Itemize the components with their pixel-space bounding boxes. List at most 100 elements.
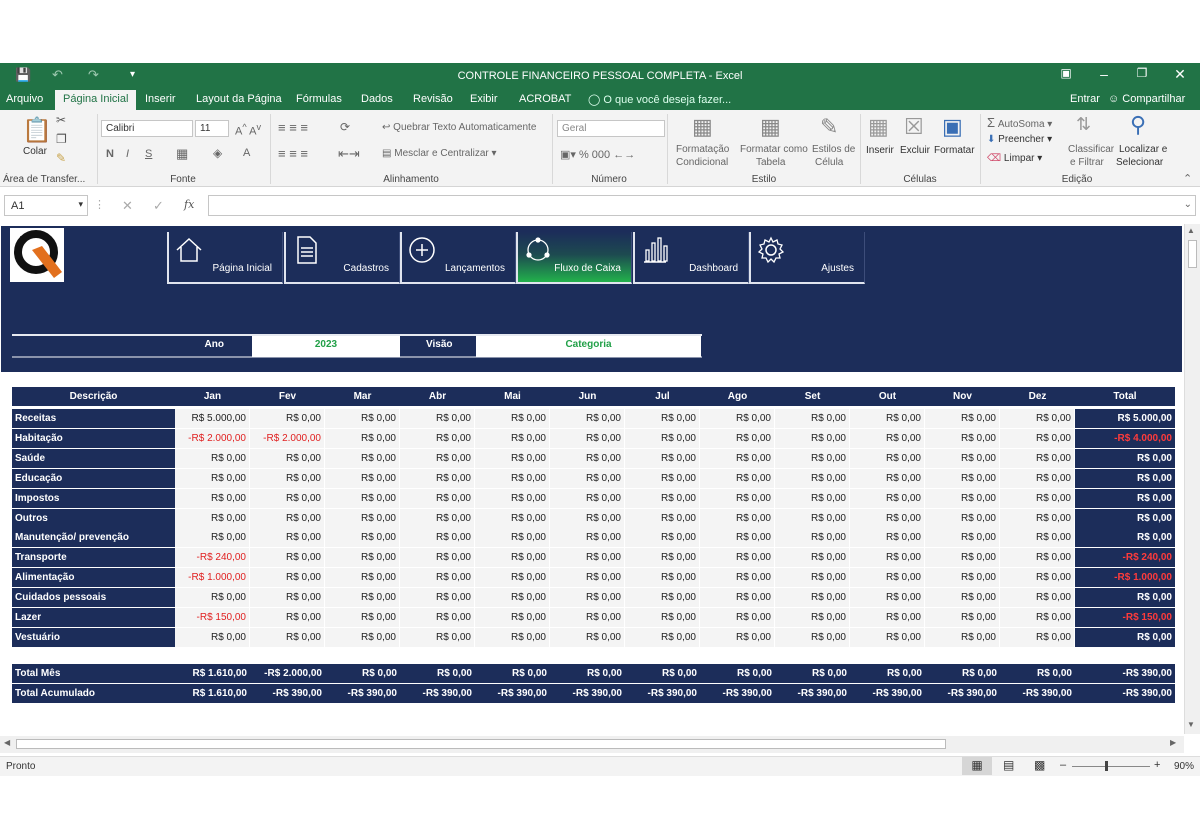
month-cell[interactable]: R$ 1.610,00 [175, 684, 250, 703]
month-cell[interactable]: R$ 0,00 [775, 428, 850, 448]
month-cell[interactable]: -R$ 2.000,00 [250, 664, 325, 683]
sort-filter-icon[interactable]: ⇅ [1076, 114, 1091, 135]
month-cell[interactable]: R$ 0,00 [400, 588, 475, 608]
month-cell[interactable]: R$ 0,00 [475, 468, 550, 488]
month-cell[interactable]: R$ 0,00 [1000, 468, 1075, 488]
format-table-label2[interactable]: Tabela [756, 157, 785, 168]
month-cell[interactable]: -R$ 390,00 [700, 684, 775, 703]
format-cells-icon[interactable]: ▣ [942, 114, 963, 140]
month-cell[interactable]: R$ 0,00 [700, 508, 775, 528]
month-cell[interactable]: -R$ 390,00 [550, 684, 625, 703]
total-cell[interactable]: -R$ 150,00 [1075, 608, 1175, 627]
tab-pagina-inicial[interactable]: Página Inicial [55, 90, 137, 110]
month-cell[interactable]: R$ 0,00 [850, 664, 925, 683]
tell-me-search[interactable]: ◯ O que você deseja fazer... [588, 93, 731, 106]
row-label[interactable]: Manutenção/ prevenção [12, 528, 175, 548]
month-cell[interactable]: R$ 0,00 [775, 448, 850, 468]
month-cell[interactable]: R$ 0,00 [325, 664, 400, 683]
month-cell[interactable]: R$ 0,00 [850, 488, 925, 508]
zoom-level[interactable]: 90% [1174, 761, 1194, 772]
month-cell[interactable]: R$ 0,00 [400, 528, 475, 548]
month-cell[interactable]: R$ 0,00 [400, 548, 475, 568]
total-cell[interactable]: R$ 0,00 [1075, 448, 1175, 468]
month-cell[interactable]: R$ 0,00 [475, 448, 550, 468]
month-cell[interactable]: -R$ 390,00 [325, 684, 400, 703]
font-color-icon[interactable]: A [243, 147, 250, 159]
month-cell[interactable]: R$ 0,00 [925, 409, 1000, 428]
month-cell[interactable]: R$ 0,00 [700, 568, 775, 588]
row-label[interactable]: Cuidados pessoais [12, 588, 175, 608]
number-format-box[interactable]: Geral [557, 120, 665, 137]
month-cell[interactable]: -R$ 2.000,00 [250, 428, 325, 448]
month-cell[interactable]: R$ 0,00 [850, 627, 925, 647]
formula-input[interactable]: ⌄ [208, 195, 1196, 216]
year-select[interactable]: 2023 [252, 336, 400, 357]
month-cell[interactable]: R$ 0,00 [175, 488, 250, 508]
month-cell[interactable]: R$ 0,00 [700, 409, 775, 428]
month-cell[interactable]: R$ 0,00 [475, 548, 550, 568]
month-cell[interactable]: R$ 0,00 [625, 548, 700, 568]
month-cell[interactable]: R$ 0,00 [250, 568, 325, 588]
zoom-slider[interactable] [1072, 766, 1150, 767]
month-cell[interactable]: R$ 0,00 [850, 588, 925, 608]
month-cell[interactable]: R$ 0,00 [925, 588, 1000, 608]
month-cell[interactable]: R$ 0,00 [250, 608, 325, 627]
month-cell[interactable]: R$ 0,00 [325, 409, 400, 428]
month-cell[interactable]: -R$ 390,00 [850, 684, 925, 703]
month-cell[interactable]: R$ 0,00 [700, 664, 775, 683]
month-cell[interactable]: R$ 0,00 [175, 588, 250, 608]
month-cell[interactable]: R$ 0,00 [775, 508, 850, 528]
expand-formula-icon[interactable]: ⌄ [1184, 199, 1192, 210]
month-cell[interactable]: R$ 0,00 [250, 488, 325, 508]
month-cell[interactable]: R$ 0,00 [775, 409, 850, 428]
month-cell[interactable]: R$ 0,00 [925, 627, 1000, 647]
bold-button[interactable]: N [106, 148, 114, 160]
month-cell[interactable]: R$ 0,00 [700, 448, 775, 468]
month-cell[interactable]: R$ 0,00 [400, 448, 475, 468]
close-icon[interactable]: ✕ [1170, 66, 1190, 83]
scroll-down-icon[interactable]: ▼ [1187, 720, 1195, 729]
month-cell[interactable]: R$ 0,00 [700, 627, 775, 647]
month-cell[interactable]: R$ 0,00 [1000, 548, 1075, 568]
month-cell[interactable]: R$ 0,00 [775, 627, 850, 647]
month-cell[interactable]: R$ 0,00 [925, 468, 1000, 488]
total-cell[interactable]: R$ 0,00 [1075, 508, 1175, 528]
month-cell[interactable]: R$ 0,00 [550, 488, 625, 508]
month-cell[interactable]: R$ 0,00 [775, 548, 850, 568]
month-cell[interactable]: R$ 0,00 [250, 409, 325, 428]
month-cell[interactable]: R$ 0,00 [850, 448, 925, 468]
month-cell[interactable]: R$ 0,00 [925, 664, 1000, 683]
month-cell[interactable]: R$ 0,00 [1000, 568, 1075, 588]
wrap-text-button[interactable]: ↩ Quebrar Texto Automaticamente [382, 122, 536, 133]
month-cell[interactable]: R$ 0,00 [325, 627, 400, 647]
sort-filter-label2[interactable]: e Filtrar [1070, 157, 1104, 168]
month-cell[interactable]: R$ 0,00 [550, 568, 625, 588]
month-cell[interactable]: R$ 0,00 [550, 468, 625, 488]
month-cell[interactable]: R$ 0,00 [325, 548, 400, 568]
month-cell[interactable]: R$ 0,00 [625, 428, 700, 448]
month-cell[interactable]: R$ 0,00 [550, 508, 625, 528]
month-cell[interactable]: R$ 0,00 [700, 608, 775, 627]
month-cell[interactable]: R$ 0,00 [925, 568, 1000, 588]
indent-icon[interactable]: ⇤⇥ [338, 146, 360, 162]
tab-inserir[interactable]: Inserir [145, 93, 176, 105]
conditional-format-label1[interactable]: Formatação [676, 144, 729, 155]
month-cell[interactable]: R$ 0,00 [850, 528, 925, 548]
month-cell[interactable]: R$ 0,00 [475, 588, 550, 608]
month-cell[interactable]: R$ 0,00 [400, 468, 475, 488]
row-label[interactable]: Transporte [12, 548, 175, 568]
month-cell[interactable]: R$ 0,00 [1000, 608, 1075, 627]
merge-center-button[interactable]: ▤ Mesclar e Centralizar ▾ [382, 148, 497, 159]
row-label[interactable]: Lazer [12, 608, 175, 627]
month-cell[interactable]: R$ 0,00 [325, 488, 400, 508]
month-cell[interactable]: R$ 0,00 [475, 627, 550, 647]
row-label[interactable]: Alimentação [12, 568, 175, 588]
month-cell[interactable]: R$ 0,00 [775, 488, 850, 508]
month-cell[interactable]: -R$ 1.000,00 [175, 568, 250, 588]
zoom-slider-thumb[interactable] [1105, 761, 1108, 771]
total-cell[interactable]: -R$ 240,00 [1075, 548, 1175, 568]
row-label[interactable]: Saúde [12, 448, 175, 468]
paste-button[interactable]: Colar [23, 146, 47, 157]
month-cell[interactable]: R$ 0,00 [325, 468, 400, 488]
font-name-box[interactable]: Calibri [101, 120, 193, 137]
